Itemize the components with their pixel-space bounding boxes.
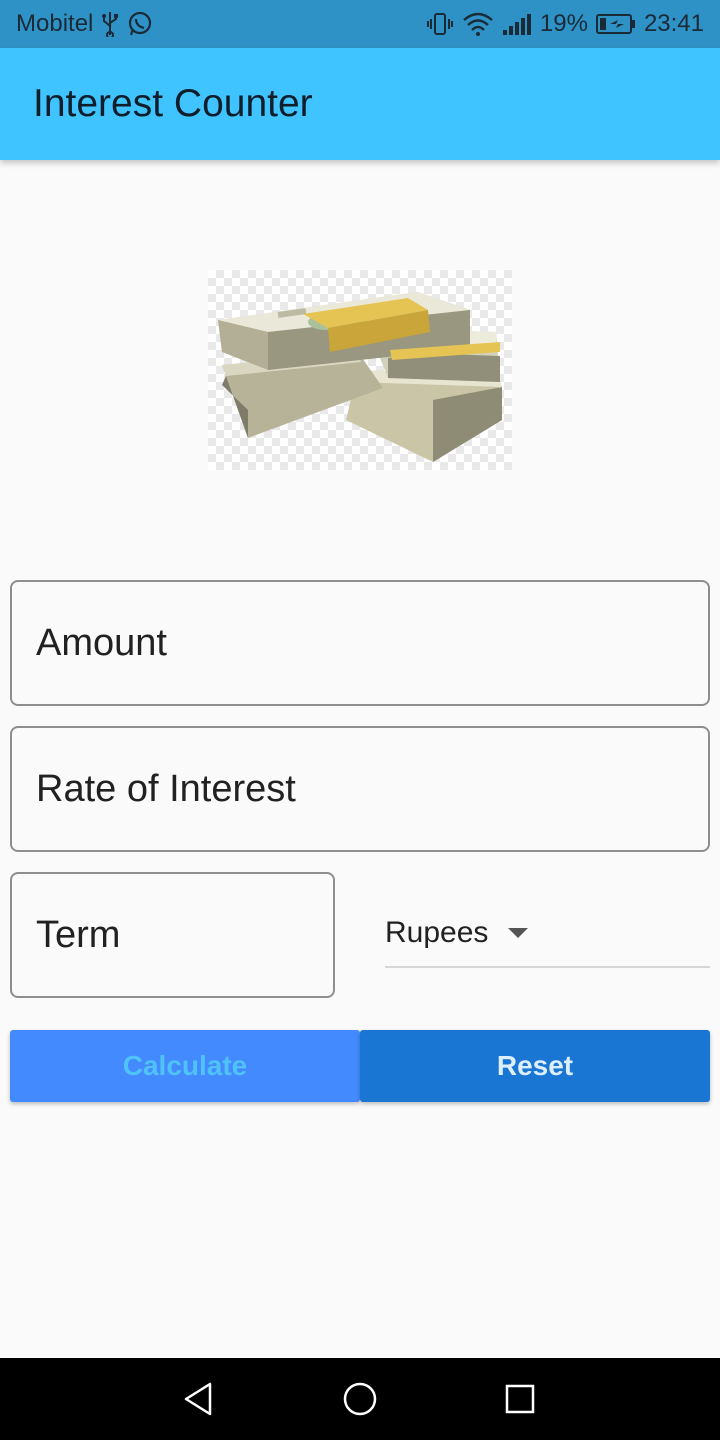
rate-of-interest-input[interactable]: Rate of Interest — [10, 726, 710, 852]
app-title: Interest Counter — [33, 82, 313, 125]
dropdown-arrow-icon — [508, 928, 529, 938]
signal-icon — [502, 12, 532, 36]
amount-input[interactable]: Amount — [10, 580, 710, 706]
home-icon[interactable] — [341, 1380, 379, 1418]
app-bar: Interest Counter — [0, 48, 720, 160]
amount-label: Amount — [36, 621, 167, 664]
recents-icon[interactable] — [501, 1380, 539, 1418]
currency-dropdown[interactable]: Rupees — [385, 900, 710, 968]
status-right: 19% 23:41 — [426, 10, 704, 38]
navigation-bar — [0, 1358, 720, 1440]
calculate-button[interactable]: Calculate — [10, 1030, 360, 1102]
term-label: Term — [36, 913, 121, 956]
carrier-name: Mobitel — [16, 10, 94, 37]
term-input[interactable]: Term — [10, 872, 335, 998]
money-stack-image — [208, 270, 512, 470]
clock: 23:41 — [643, 10, 704, 37]
battery-percentage: 19% — [539, 10, 588, 37]
vibrate-icon — [426, 11, 454, 37]
back-icon[interactable] — [180, 1380, 218, 1418]
usb-icon — [101, 11, 119, 37]
currency-selected-value: Rupees — [385, 916, 489, 949]
reset-button[interactable]: Reset — [360, 1030, 710, 1102]
battery-charging-icon — [595, 13, 636, 35]
rate-of-interest-label: Rate of Interest — [36, 767, 296, 810]
wifi-icon — [462, 11, 494, 37]
status-left: Mobitel — [16, 10, 153, 38]
screen: Mobitel 19% 23:41 Interest Counter Amoun… — [0, 0, 720, 1440]
status-bar: Mobitel 19% 23:41 — [0, 0, 720, 48]
whatsapp-icon — [127, 11, 153, 37]
